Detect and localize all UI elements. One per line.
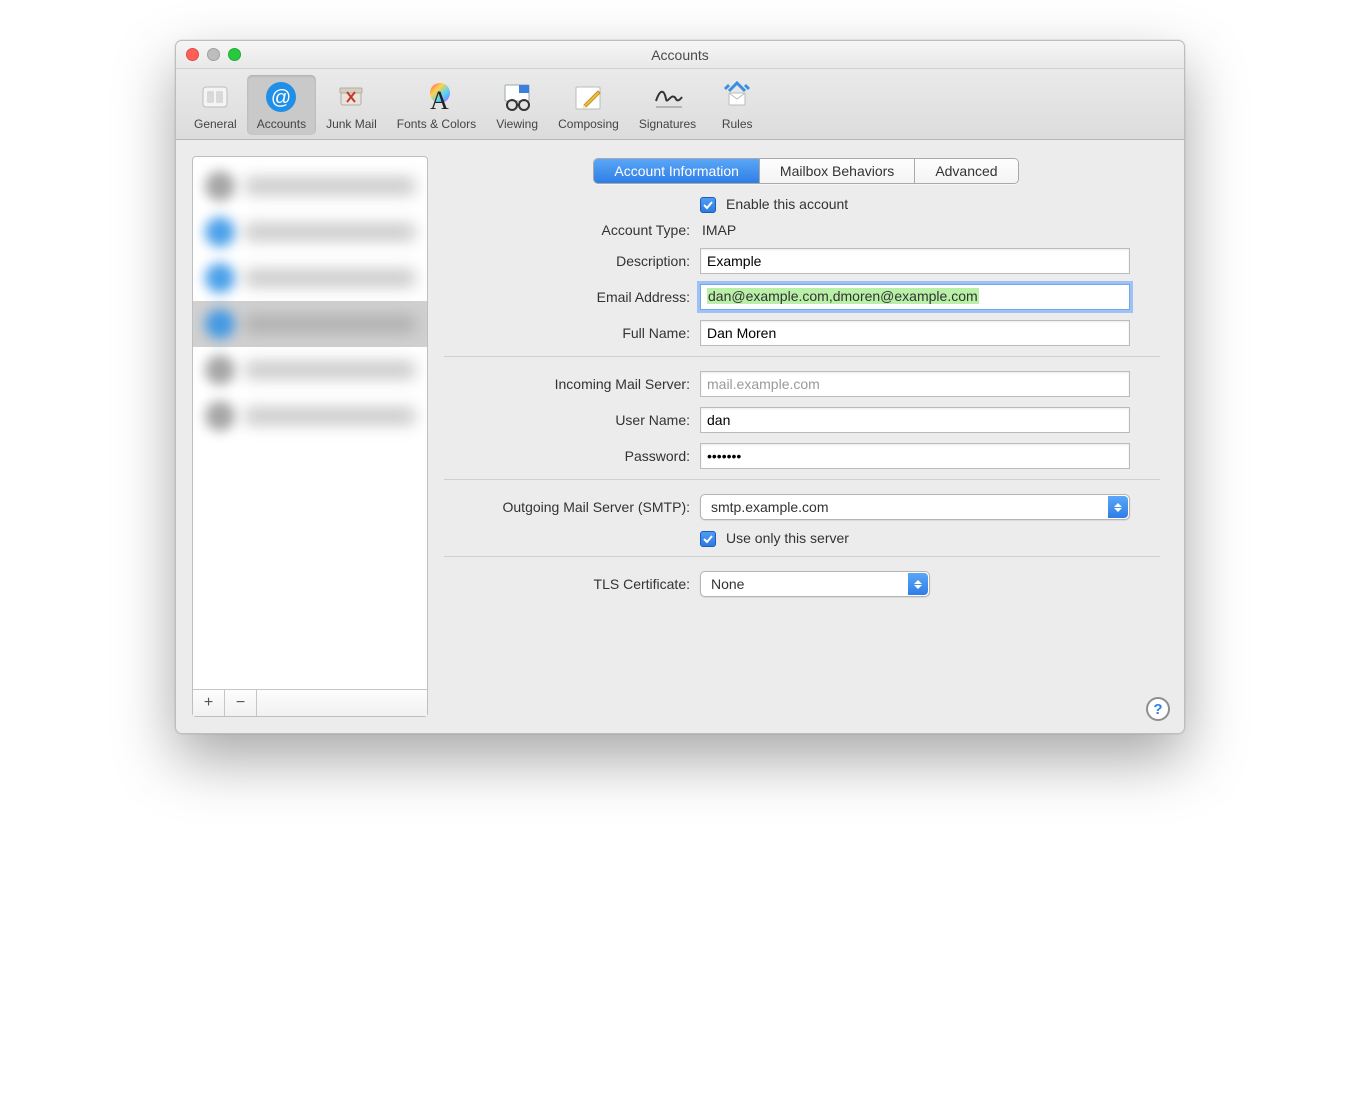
- full-name-label: Full Name:: [444, 325, 700, 341]
- font-icon: A: [418, 79, 454, 115]
- trash-icon: [333, 79, 369, 115]
- tls-certificate-value: None: [711, 576, 744, 592]
- toolbar-item-accounts[interactable]: @ Accounts: [247, 75, 316, 135]
- toolbar-item-signatures[interactable]: Signatures: [629, 75, 706, 135]
- toolbar-item-junk[interactable]: Junk Mail: [316, 75, 387, 135]
- close-window-button[interactable]: [186, 48, 199, 61]
- tab-account-information[interactable]: Account Information: [594, 159, 760, 183]
- titlebar: Accounts: [176, 41, 1184, 69]
- toolbar-item-composing[interactable]: Composing: [548, 75, 629, 135]
- outgoing-server-popup[interactable]: smtp.example.com: [700, 494, 1130, 520]
- switch-icon: [197, 79, 233, 115]
- toolbar-item-fonts-colors[interactable]: A Fonts & Colors: [387, 75, 486, 135]
- incoming-server-input: [700, 371, 1130, 397]
- svg-text:A: A: [430, 86, 449, 115]
- pencil-icon: [570, 79, 606, 115]
- full-name-input[interactable]: [700, 320, 1130, 346]
- minimize-window-button[interactable]: [207, 48, 220, 61]
- account-type-value: IMAP: [700, 222, 736, 238]
- add-account-button[interactable]: +: [193, 690, 225, 716]
- toolbar-item-rules[interactable]: Rules: [706, 75, 768, 135]
- tab-mailbox-behaviors[interactable]: Mailbox Behaviors: [760, 159, 915, 183]
- account-row[interactable]: [193, 347, 427, 393]
- account-type-label: Account Type:: [444, 222, 700, 238]
- account-row-selected[interactable]: [193, 301, 427, 347]
- toolbar-item-viewing[interactable]: Viewing: [486, 75, 548, 135]
- divider: [444, 356, 1160, 357]
- account-details-pane: Account Information Mailbox Behaviors Ad…: [444, 156, 1168, 717]
- divider: [444, 479, 1160, 480]
- tls-certificate-popup[interactable]: None: [700, 571, 930, 597]
- use-only-server-checkbox[interactable]: [700, 531, 716, 547]
- window-controls: [186, 48, 241, 61]
- rules-icon: [719, 79, 755, 115]
- use-only-server-label: Use only this server: [724, 530, 849, 546]
- description-label: Description:: [444, 253, 700, 269]
- outgoing-server-label: Outgoing Mail Server (SMTP):: [444, 499, 700, 515]
- account-row[interactable]: [193, 393, 427, 439]
- remove-account-button[interactable]: −: [225, 690, 257, 716]
- help-button[interactable]: ?: [1146, 697, 1170, 721]
- popup-arrows-icon: [1108, 496, 1128, 518]
- popup-arrows-icon: [908, 573, 928, 595]
- window-title: Accounts: [651, 47, 709, 63]
- zoom-window-button[interactable]: [228, 48, 241, 61]
- toolbar-item-general[interactable]: General: [184, 75, 247, 135]
- accounts-sidebar: + −: [192, 156, 428, 717]
- signature-icon: [650, 79, 686, 115]
- username-label: User Name:: [444, 412, 700, 428]
- description-input[interactable]: [700, 248, 1130, 274]
- password-label: Password:: [444, 448, 700, 464]
- incoming-server-label: Incoming Mail Server:: [444, 376, 700, 392]
- sidebar-footer: + −: [193, 689, 427, 716]
- password-input[interactable]: [700, 443, 1130, 469]
- account-row[interactable]: [193, 209, 427, 255]
- account-row[interactable]: [193, 163, 427, 209]
- account-row[interactable]: [193, 255, 427, 301]
- toolbar: General @ Accounts Junk Mail A Fonts & C…: [176, 69, 1184, 140]
- email-address-label: Email Address:: [444, 289, 700, 305]
- at-sign-icon: @: [263, 79, 299, 115]
- enable-account-label: Enable this account: [724, 196, 848, 212]
- divider: [444, 556, 1160, 557]
- glasses-icon: [499, 79, 535, 115]
- outgoing-server-value: smtp.example.com: [711, 499, 828, 515]
- tls-certificate-label: TLS Certificate:: [444, 576, 700, 592]
- content-area: + − Account Information Mailbox Behavior…: [176, 140, 1184, 733]
- enable-account-checkbox[interactable]: [700, 197, 716, 213]
- accounts-list[interactable]: [193, 157, 427, 689]
- username-input[interactable]: [700, 407, 1130, 433]
- preferences-window: Accounts General @ Accounts Junk Mail A …: [175, 40, 1185, 734]
- tab-segmented-control: Account Information Mailbox Behaviors Ad…: [593, 158, 1018, 184]
- tab-advanced[interactable]: Advanced: [915, 159, 1017, 183]
- svg-text:@: @: [271, 87, 291, 109]
- email-address-highlight: dan@example.com,dmoren@example.com: [707, 288, 979, 304]
